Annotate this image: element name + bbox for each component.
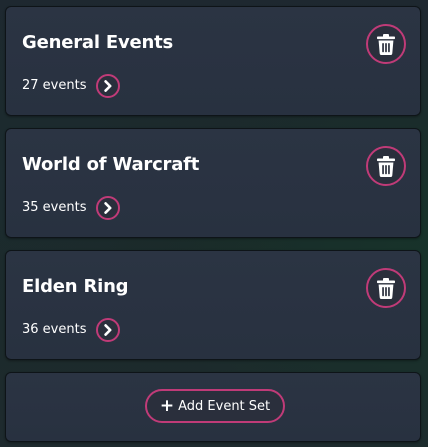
add-event-set-button[interactable]: + Add Event Set <box>145 389 285 423</box>
event-count: 35 events <box>22 200 87 215</box>
trash-icon <box>377 155 395 177</box>
event-count: 36 events <box>22 322 87 337</box>
event-count-row: 36 events <box>22 318 121 342</box>
open-event-set-button[interactable] <box>96 196 121 220</box>
delete-event-set-button[interactable] <box>366 146 406 186</box>
event-count-row: 35 events <box>22 196 121 220</box>
add-event-set-card: + Add Event Set <box>5 372 421 442</box>
event-set-title: Elden Ring <box>22 276 129 297</box>
event-count-row: 27 events <box>22 74 121 98</box>
add-event-set-label: Add Event Set <box>178 398 271 414</box>
open-event-set-button[interactable] <box>96 318 121 342</box>
trash-icon <box>377 33 395 55</box>
event-set-card: World of Warcraft 35 events <box>5 128 421 238</box>
chevron-right-icon <box>104 80 112 92</box>
event-set-title: General Events <box>22 32 174 53</box>
delete-event-set-button[interactable] <box>366 268 406 308</box>
event-count: 27 events <box>22 78 87 93</box>
event-set-title: World of Warcraft <box>22 154 200 175</box>
open-event-set-button[interactable] <box>96 74 121 98</box>
chevron-right-icon <box>104 324 112 336</box>
trash-icon <box>377 277 395 299</box>
delete-event-set-button[interactable] <box>366 24 406 64</box>
event-set-card: Elden Ring 36 events <box>5 250 421 360</box>
plus-icon: + <box>159 395 175 416</box>
event-set-card: General Events 27 events <box>5 6 421 116</box>
chevron-right-icon <box>104 202 112 214</box>
